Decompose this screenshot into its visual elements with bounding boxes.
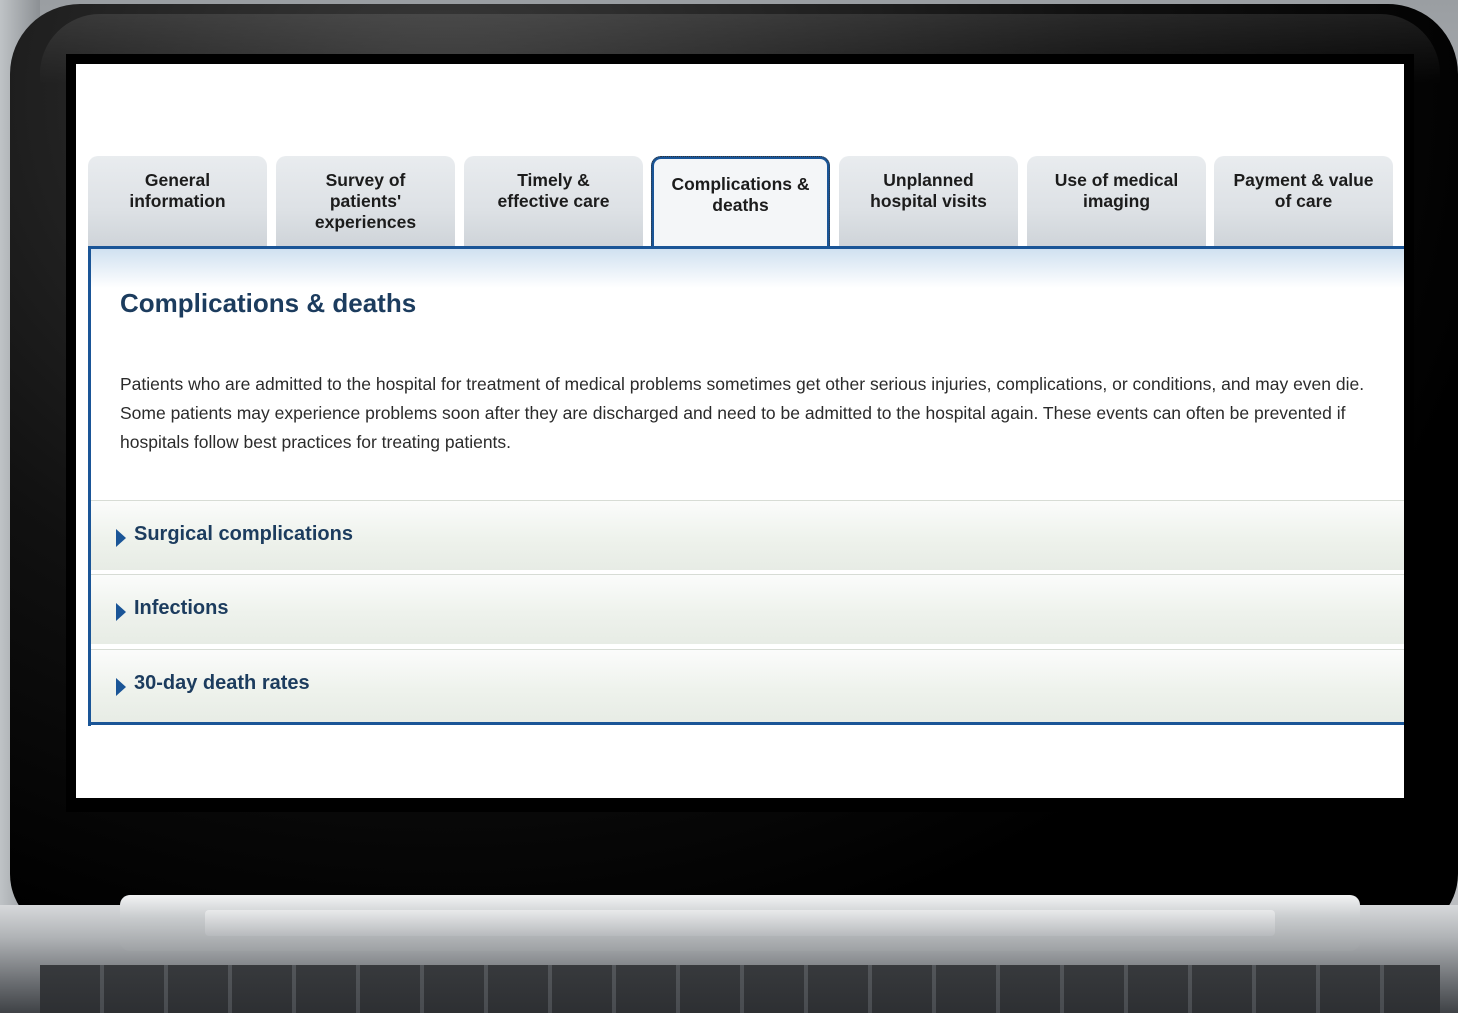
intro-paragraph: Patients who are admitted to the hospita… [120, 374, 1365, 452]
section-surgical-complications[interactable]: Surgical complications [91, 500, 1404, 570]
tab-label: Use of medical [1054, 170, 1179, 190]
section-infections[interactable]: Infections [91, 574, 1404, 644]
tab-label: experiences [314, 212, 417, 232]
tab-bar: General information Survey of patients' … [88, 156, 1404, 254]
section-label: Infections [134, 597, 229, 619]
tab-use-of-medical-imaging[interactable]: Use of medical imaging [1027, 156, 1206, 246]
page-title: Complications & deaths [120, 288, 417, 318]
tab-label: of care [1274, 191, 1333, 211]
tab-survey-of-patients-experiences[interactable]: Survey of patients' experiences [276, 156, 455, 246]
expand-arrow-icon [116, 529, 126, 547]
tab-label: deaths [712, 195, 769, 215]
tab-general-information[interactable]: General information [88, 156, 267, 246]
tab-label: information [129, 191, 226, 211]
browser-screen: General information Survey of patients' … [76, 64, 1404, 798]
expand-arrow-icon [116, 603, 126, 621]
section-label: 30-day death rates [134, 672, 310, 694]
tab-label: Unplanned [883, 170, 974, 190]
tab-underline [88, 246, 1404, 249]
tab-label: hospital visits [870, 191, 987, 211]
tab-complications-deaths[interactable]: Complications & deaths [651, 156, 830, 252]
expand-arrow-icon [116, 678, 126, 696]
tab-label: Survey of [325, 170, 406, 190]
tab-label: Payment & value [1233, 170, 1374, 190]
tab-label: General [144, 170, 211, 190]
section-label: Surgical complications [134, 523, 353, 545]
tab-unplanned-hospital-visits[interactable]: Unplanned hospital visits [839, 156, 1018, 246]
panel-bottom-border [88, 722, 1404, 725]
tab-label: Timely & [517, 170, 590, 190]
keyboard [40, 965, 1440, 1013]
tab-timely-effective-care[interactable]: Timely & effective care [464, 156, 643, 246]
section-30-day-death-rates[interactable]: 30-day death rates [91, 649, 1404, 723]
tab-label: effective care [497, 191, 610, 211]
laptop-hinge-bar [205, 910, 1275, 936]
tab-label: Complications & [671, 174, 810, 194]
tab-label: imaging [1082, 191, 1151, 211]
tab-payment-value-of-care[interactable]: Payment & value of care [1214, 156, 1393, 246]
tab-label: patients' [329, 191, 402, 211]
